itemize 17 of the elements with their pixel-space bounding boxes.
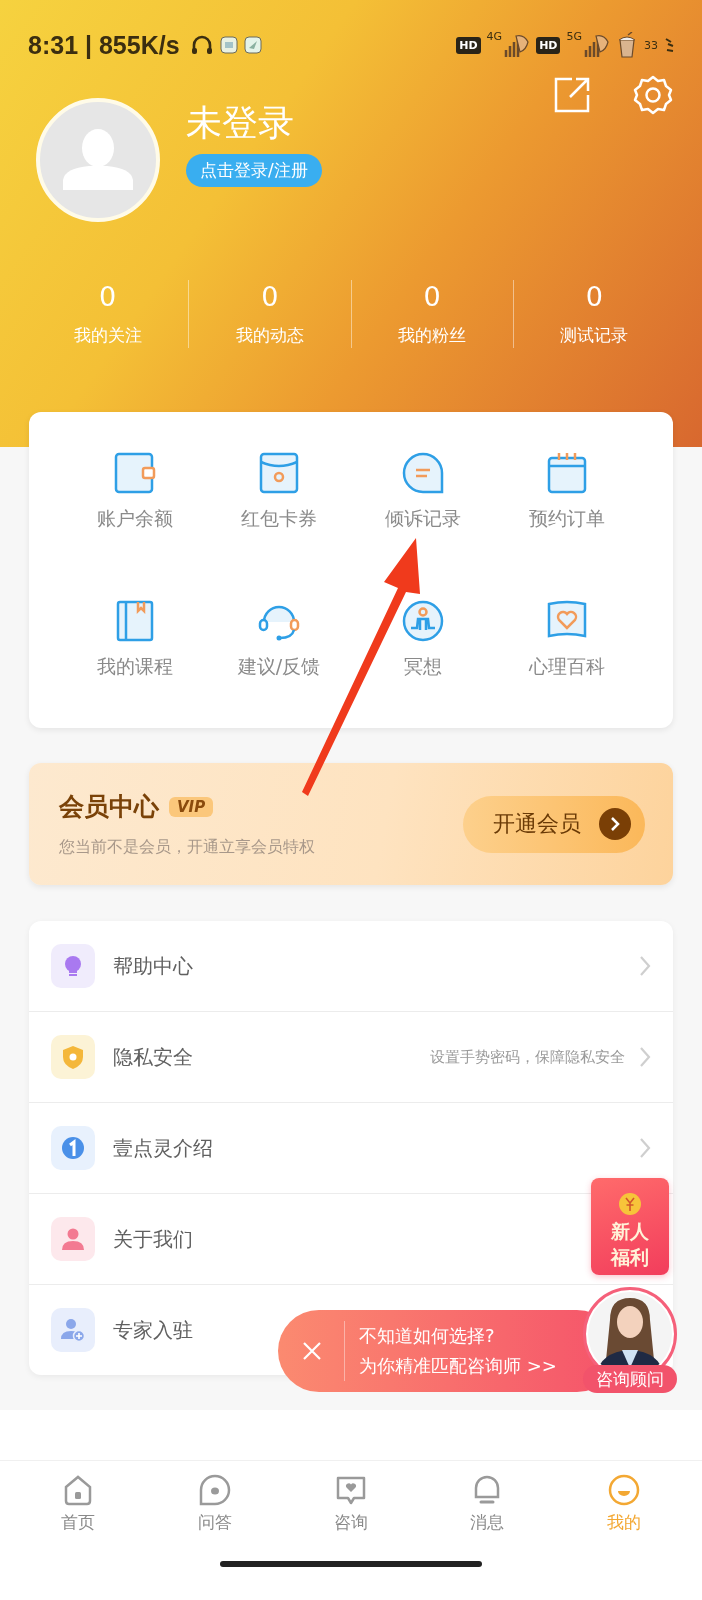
- menu-hint: 设置手势密码，保障隐私安全: [430, 1047, 625, 1067]
- menu-label: 壹点灵介绍: [113, 1134, 213, 1162]
- membership-title: 会员中心: [59, 791, 159, 823]
- menu-label: 隐私安全: [113, 1043, 193, 1071]
- network-type: 5G: [566, 30, 582, 43]
- menu-label: 关于我们: [113, 1225, 193, 1253]
- menu-label: 帮助中心: [113, 952, 193, 980]
- user-name: 未登录: [186, 101, 294, 145]
- battery-level: 33: [644, 38, 658, 52]
- network-type: 4G: [486, 30, 503, 43]
- menu-label: 专家入驻: [113, 1316, 193, 1344]
- membership-description: 您当前不是会员，开通立享会员特权: [59, 837, 315, 858]
- hd-badge: HD: [456, 36, 481, 54]
- banner-question: 不知道如何选择?: [359, 1324, 496, 1348]
- vip-badge: VIP: [169, 796, 214, 817]
- hd-badge: HD: [536, 36, 561, 54]
- status-time: 8:31 | 855K/s: [28, 30, 180, 60]
